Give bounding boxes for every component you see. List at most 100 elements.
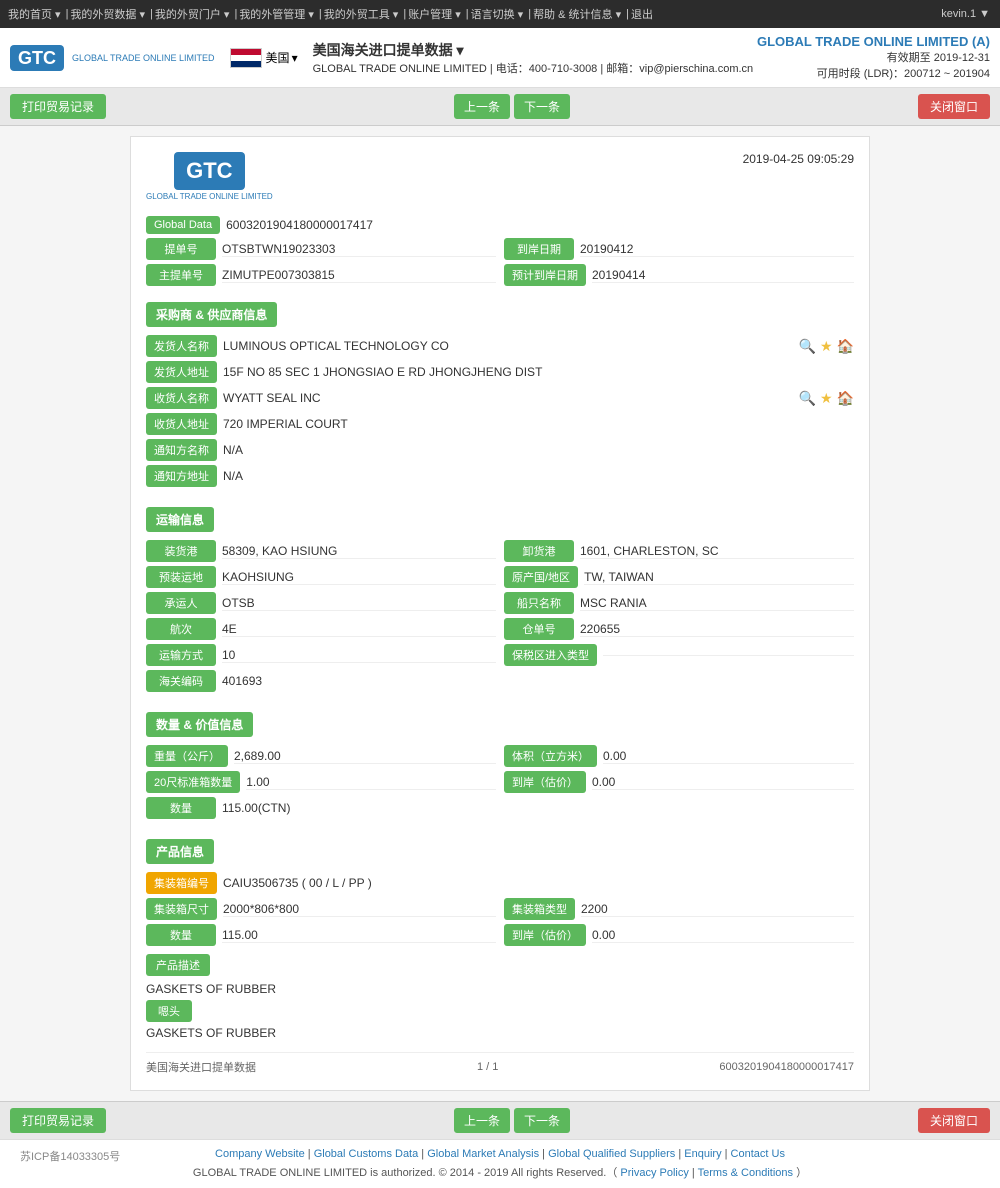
prod-shu-col: 数量 115.00 [146, 924, 496, 946]
tong-zhi-label: 通知方名称 [146, 439, 217, 461]
shou-huo-actions: 🔍 ★ 🏠 [799, 390, 854, 407]
zhong-liang-col: 重量（公斤） 2,689.00 [146, 745, 496, 767]
fa-huo-addr-value: 15F NO 85 SEC 1 JHONGSIAO E RD JHONGJHEN… [223, 365, 854, 379]
global-data-value: 6003201904180000017417 [226, 218, 854, 232]
close-button[interactable]: 关闭窗口 [918, 94, 990, 119]
prod-dao-col: 到岸（估价） 0.00 [504, 924, 854, 946]
nav-item-tools[interactable]: 我的外贸工具 ▾ [324, 6, 399, 22]
footer-link-contact[interactable]: Contact Us [731, 1148, 785, 1160]
price-section: 数量 & 价值信息 重量（公斤） 2,689.00 体积（立方米） 0.00 2… [146, 700, 854, 819]
translate-button[interactable]: 嗯头 [146, 1000, 192, 1022]
user-label[interactable]: kevin.1 ▼ [941, 8, 990, 20]
container-size-col: 集装箱尺寸 2000*806*800 [146, 898, 496, 920]
product-section-header: 产品信息 [146, 839, 214, 864]
ti-dan-label: 提单号 [146, 238, 216, 260]
footer-terms-link[interactable]: Terms & Conditions [698, 1167, 793, 1179]
footer-privacy-link[interactable]: Privacy Policy [620, 1167, 688, 1179]
yun-shu-label: 运输方式 [146, 644, 216, 666]
shou-huo-addr-label: 收货人地址 [146, 413, 217, 435]
nav-item-account[interactable]: 账户管理 ▾ [408, 6, 461, 22]
container-size-label: 集装箱尺寸 [146, 898, 217, 920]
dao-an-label: 到岸（估价） [504, 771, 586, 793]
zhong-liang-value: 2,689.00 [234, 749, 496, 764]
zhuang-gang-value: 58309, KAO HSIUNG [222, 544, 496, 559]
shou-huo-star-icon[interactable]: ★ [820, 390, 833, 407]
dao-gang-col: 到岸日期 20190412 [504, 238, 854, 260]
footer-link-suppliers[interactable]: Global Qualified Suppliers [548, 1148, 675, 1160]
nav-item-management[interactable]: 我的外管管理 ▾ [239, 6, 314, 22]
nav-item-language[interactable]: 语言切换 ▾ [471, 6, 524, 22]
supplier-section-header: 采购商 & 供应商信息 [146, 302, 277, 327]
fa-huo-row: 发货人名称 LUMINOUS OPTICAL TECHNOLOGY CO 🔍 ★… [146, 335, 854, 357]
cang-value: 220655 [580, 622, 854, 637]
zhuang-gang-label: 装货港 [146, 540, 216, 562]
yu-ji-label: 预计到岸日期 [504, 264, 586, 286]
nav-item-home[interactable]: 我的首页 ▾ [8, 6, 61, 22]
shou-huo-label: 收货人名称 [146, 387, 217, 409]
footer-link-company[interactable]: Company Website [215, 1148, 305, 1160]
fa-huo-star-icon[interactable]: ★ [820, 338, 833, 355]
shu-liang-value: 115.00(CTN) [222, 801, 854, 815]
page-header: GTC GLOBAL TRADE ONLINE LIMITED 美国 ▾ 美国海… [0, 28, 1000, 88]
shou-huo-value: WYATT SEAL INC [223, 391, 791, 405]
chuan-ming-label: 船只名称 [504, 592, 574, 614]
container-no-label: 集装箱编号 [146, 872, 217, 894]
nav-item-portal[interactable]: 我的外贸门户 ▾ [155, 6, 230, 22]
product-section: 产品信息 集装箱编号 CAIU3506735 ( 00 / L / PP ) 集… [146, 827, 854, 1040]
document-panel: GTC GLOBAL TRADE ONLINE LIMITED 2019-04-… [130, 136, 870, 1091]
fa-huo-value: LUMINOUS OPTICAL TECHNOLOGY CO [223, 339, 791, 353]
prev-button[interactable]: 上一条 [454, 94, 510, 119]
shou-huo-search-icon[interactable]: 🔍 [799, 390, 816, 407]
footer-links: Company Website | Global Customs Data | … [10, 1148, 990, 1160]
yuan-chan-col: 原产国/地区 TW, TAIWAN [504, 566, 854, 588]
cang-col: 仓单号 220655 [504, 618, 854, 640]
fa-huo-home-icon[interactable]: 🏠 [837, 338, 854, 355]
product-desc-container: 产品描述 GASKETS OF RUBBER 嗯头 GASKETS OF RUB… [146, 954, 854, 1040]
tong-zhi-addr-row: 通知方地址 N/A [146, 465, 854, 487]
xie-huo-label: 卸货港 [504, 540, 574, 562]
us-flag-icon [230, 48, 262, 68]
bao-shui-label: 保税区进入类型 [504, 644, 597, 666]
yuan-chan-value: TW, TAIWAN [584, 570, 854, 585]
flag-area[interactable]: 美国 ▾ [230, 48, 298, 68]
footer-link-enquiry[interactable]: Enquiry [684, 1148, 721, 1160]
product-desc-section-label: 产品描述 [146, 954, 210, 976]
prod-shu-liang-value: 115.00 [222, 928, 496, 943]
hang-ci-col: 航次 4E [146, 618, 496, 640]
doc-logo-sub: GLOBAL TRADE ONLINE LIMITED [146, 192, 273, 201]
nav-item-logout[interactable]: 退出 [631, 6, 653, 22]
chuan-ming-col: 船只名称 MSC RANIA [504, 592, 854, 614]
nav-item-help[interactable]: 帮助 & 统计信息 ▾ [533, 6, 621, 22]
standard-col: 20尺标准箱数量 1.00 [146, 771, 496, 793]
logo-icon: GTC [10, 45, 64, 71]
hang-ci-label: 航次 [146, 618, 216, 640]
icp-label: 苏ICP备14033305号 [20, 1148, 120, 1164]
bao-shui-col: 保税区进入类型 [504, 644, 854, 666]
bottom-print-button[interactable]: 打印贸易记录 [10, 1108, 106, 1133]
nav-item-import-data[interactable]: 我的外贸数据 ▾ [70, 6, 145, 22]
container-size-type-row: 集装箱尺寸 2000*806*800 集装箱类型 2200 [146, 898, 854, 920]
tong-zhi-addr-label: 通知方地址 [146, 465, 217, 487]
toolbar-left: 打印贸易记录 [10, 94, 106, 119]
shu-liang-label: 数量 [146, 797, 216, 819]
global-data-label: Global Data [146, 216, 220, 234]
product-desc-text: GASKETS OF RUBBER [146, 980, 854, 1000]
footer-link-customs[interactable]: Global Customs Data [314, 1148, 419, 1160]
fa-huo-search-icon[interactable]: 🔍 [799, 338, 816, 355]
yuan-chan-label: 原产国/地区 [504, 566, 578, 588]
valid-until: 有效期至 2019-12-31 [757, 49, 990, 65]
doc-logo-icon: GTC [174, 152, 244, 190]
logo-area: GTC GLOBAL TRADE ONLINE LIMITED [10, 45, 215, 71]
bottom-close-button[interactable]: 关闭窗口 [918, 1108, 990, 1133]
shou-huo-home-icon[interactable]: 🏠 [837, 390, 854, 407]
zhuang-gang-col: 装货港 58309, KAO HSIUNG [146, 540, 496, 562]
price-section-header: 数量 & 价值信息 [146, 712, 253, 737]
bottom-prev-button[interactable]: 上一条 [454, 1108, 510, 1133]
print-button[interactable]: 打印贸易记录 [10, 94, 106, 119]
yu-ji-value: 20190414 [592, 268, 854, 283]
next-button[interactable]: 下一条 [514, 94, 570, 119]
bottom-next-button[interactable]: 下一条 [514, 1108, 570, 1133]
footer-link-market[interactable]: Global Market Analysis [427, 1148, 539, 1160]
yu-zhuang-label: 预装运地 [146, 566, 216, 588]
top-navigation: 我的首页 ▾ | 我的外贸数据 ▾ | 我的外贸门户 ▾ | 我的外管管理 ▾ … [0, 0, 1000, 28]
